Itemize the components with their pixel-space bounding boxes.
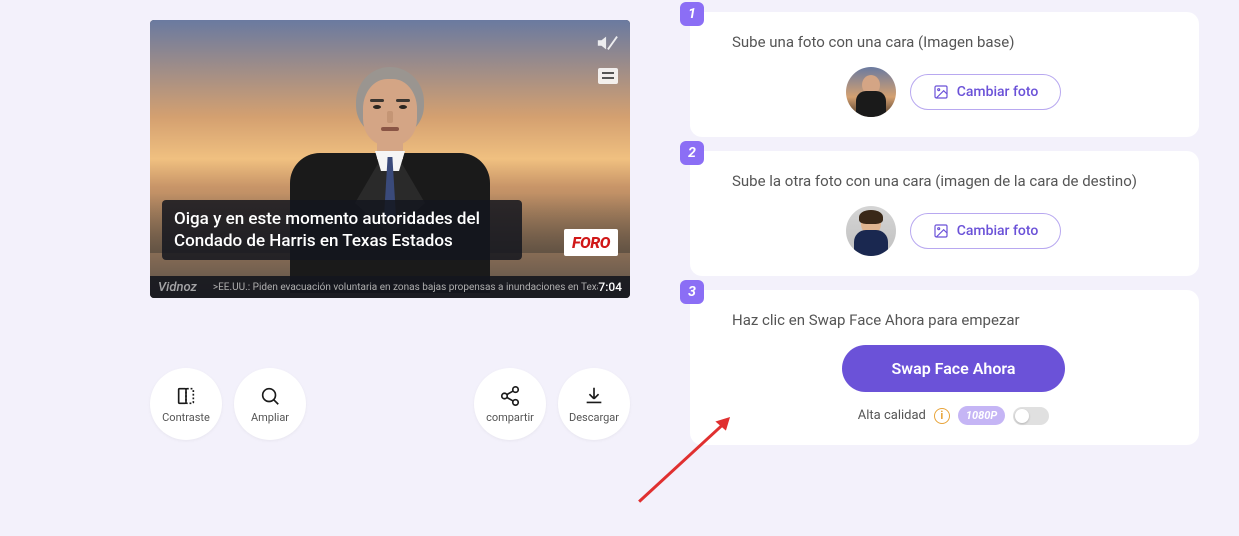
step-3-number: 3 xyxy=(680,280,704,304)
step-1-title: Sube una foto con una cara (Imagen base) xyxy=(732,32,1175,53)
quality-label: Alta calidad xyxy=(858,408,926,423)
zoom-label: Ampliar xyxy=(251,411,289,424)
ticker-text: >EE.UU.: Piden evacuación voluntaria en … xyxy=(213,282,598,293)
step-3: 3 Haz clic en Swap Face Ahora para empez… xyxy=(690,290,1199,445)
base-photo-thumbnail[interactable] xyxy=(846,67,896,117)
watermark: Vidnoz xyxy=(158,280,197,295)
info-icon[interactable]: i xyxy=(934,408,950,424)
step-2-title: Sube la otra foto con una cara (imagen d… xyxy=(732,171,1175,192)
contrast-icon xyxy=(175,385,197,407)
quality-badge: 1080P xyxy=(958,406,1005,425)
quality-row: Alta calidad i 1080P xyxy=(732,406,1175,425)
toolbar: Contraste Ampliar compartir Descargar xyxy=(150,368,630,440)
subtitle-overlay: Oiga y en este momento autoridades del C… xyxy=(162,200,522,260)
step-1-number: 1 xyxy=(680,2,704,26)
subtitle-text: Oiga y en este momento autoridades del C… xyxy=(174,208,510,252)
download-label: Descargar xyxy=(569,411,619,424)
contrast-label: Contraste xyxy=(162,411,210,424)
channel-badge: FORO xyxy=(564,229,618,256)
mute-icon[interactable] xyxy=(596,32,618,54)
change-target-photo-button[interactable]: Cambiar foto xyxy=(910,213,1062,249)
change-base-photo-label: Cambiar foto xyxy=(957,84,1039,100)
step-2: 2 Sube la otra foto con una cara (imagen… xyxy=(690,151,1199,276)
quality-toggle[interactable] xyxy=(1013,407,1049,425)
share-button[interactable]: compartir xyxy=(474,368,546,440)
step-2-number: 2 xyxy=(680,141,704,165)
change-base-photo-button[interactable]: Cambiar foto xyxy=(910,74,1062,110)
share-icon xyxy=(499,385,521,407)
contrast-button[interactable]: Contraste xyxy=(150,368,222,440)
image-icon xyxy=(933,223,949,239)
change-target-photo-label: Cambiar foto xyxy=(957,223,1039,239)
video-duration: 7:04 xyxy=(598,280,622,294)
image-icon xyxy=(933,84,949,100)
step-3-title: Haz clic en Swap Face Ahora para empezar xyxy=(732,310,1175,331)
magnify-icon xyxy=(259,385,281,407)
download-button[interactable]: Descargar xyxy=(558,368,630,440)
video-preview[interactable]: Oiga y en este momento autoridades del C… xyxy=(150,20,630,298)
zoom-button[interactable]: Ampliar xyxy=(234,368,306,440)
video-ticker: Vidnoz >EE.UU.: Piden evacuación volunta… xyxy=(150,276,630,298)
subtitles-icon[interactable] xyxy=(598,68,618,84)
step-1: 1 Sube una foto con una cara (Imagen bas… xyxy=(690,12,1199,137)
target-photo-thumbnail[interactable] xyxy=(846,206,896,256)
swap-face-button[interactable]: Swap Face Ahora xyxy=(842,345,1066,392)
channel-badge-text: FORO xyxy=(572,233,610,252)
download-icon xyxy=(583,385,605,407)
share-label: compartir xyxy=(486,411,534,424)
